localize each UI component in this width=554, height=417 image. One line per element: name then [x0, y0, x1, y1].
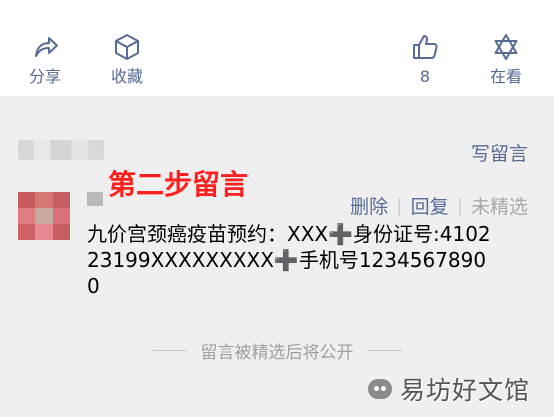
- write-comment-link[interactable]: 写留言: [471, 139, 528, 166]
- avatar: [18, 192, 70, 240]
- favorite-button[interactable]: 收藏: [92, 32, 162, 86]
- viewing-label: 在看: [489, 67, 522, 86]
- featured-notice-text: 留言被精选后将公开: [200, 343, 354, 363]
- blurred-nickname: [87, 192, 103, 206]
- divider-line-left: [152, 350, 187, 351]
- star-of-david-icon: [494, 34, 518, 60]
- share-icon: [35, 37, 58, 57]
- annotation-text: 第二步留言: [108, 168, 249, 201]
- action-separator: |: [456, 194, 463, 217]
- like-button[interactable]: 8: [390, 32, 460, 86]
- watermark: 易坊好文馆: [368, 371, 530, 407]
- thumbs-up-icon: [413, 35, 438, 59]
- blurred-article-title: [18, 140, 104, 160]
- reply-button[interactable]: 回复: [411, 192, 449, 219]
- comment-content: 九价宫颈癌疫苗预约：XXX➕身份证号:410223199XXXXXXXXX➕手机…: [87, 222, 491, 298]
- like-count: 8: [419, 67, 431, 86]
- cube-icon: [115, 34, 139, 60]
- watermark-text: 易坊好文馆: [400, 376, 531, 405]
- share-label: 分享: [28, 67, 61, 86]
- wechat-icon: [368, 379, 392, 399]
- viewing-button[interactable]: 在看: [471, 32, 541, 86]
- comments-section: 写留言 第二步留言 删除 | 回复 | 未精选 九价宫颈癌疫苗预约：XXX➕身份…: [0, 96, 554, 417]
- divider-line-right: [367, 350, 402, 351]
- featured-notice: 留言被精选后将公开: [0, 338, 554, 363]
- article-action-bar: 分享 收藏 8 在看: [0, 0, 554, 96]
- comment-actions: 删除 | 回复 | 未精选: [350, 192, 528, 219]
- favorite-label: 收藏: [110, 67, 143, 86]
- action-separator: |: [396, 194, 403, 217]
- share-button[interactable]: 分享: [10, 32, 80, 86]
- delete-button[interactable]: 删除: [350, 192, 388, 219]
- not-featured-label: 未精选: [470, 196, 528, 218]
